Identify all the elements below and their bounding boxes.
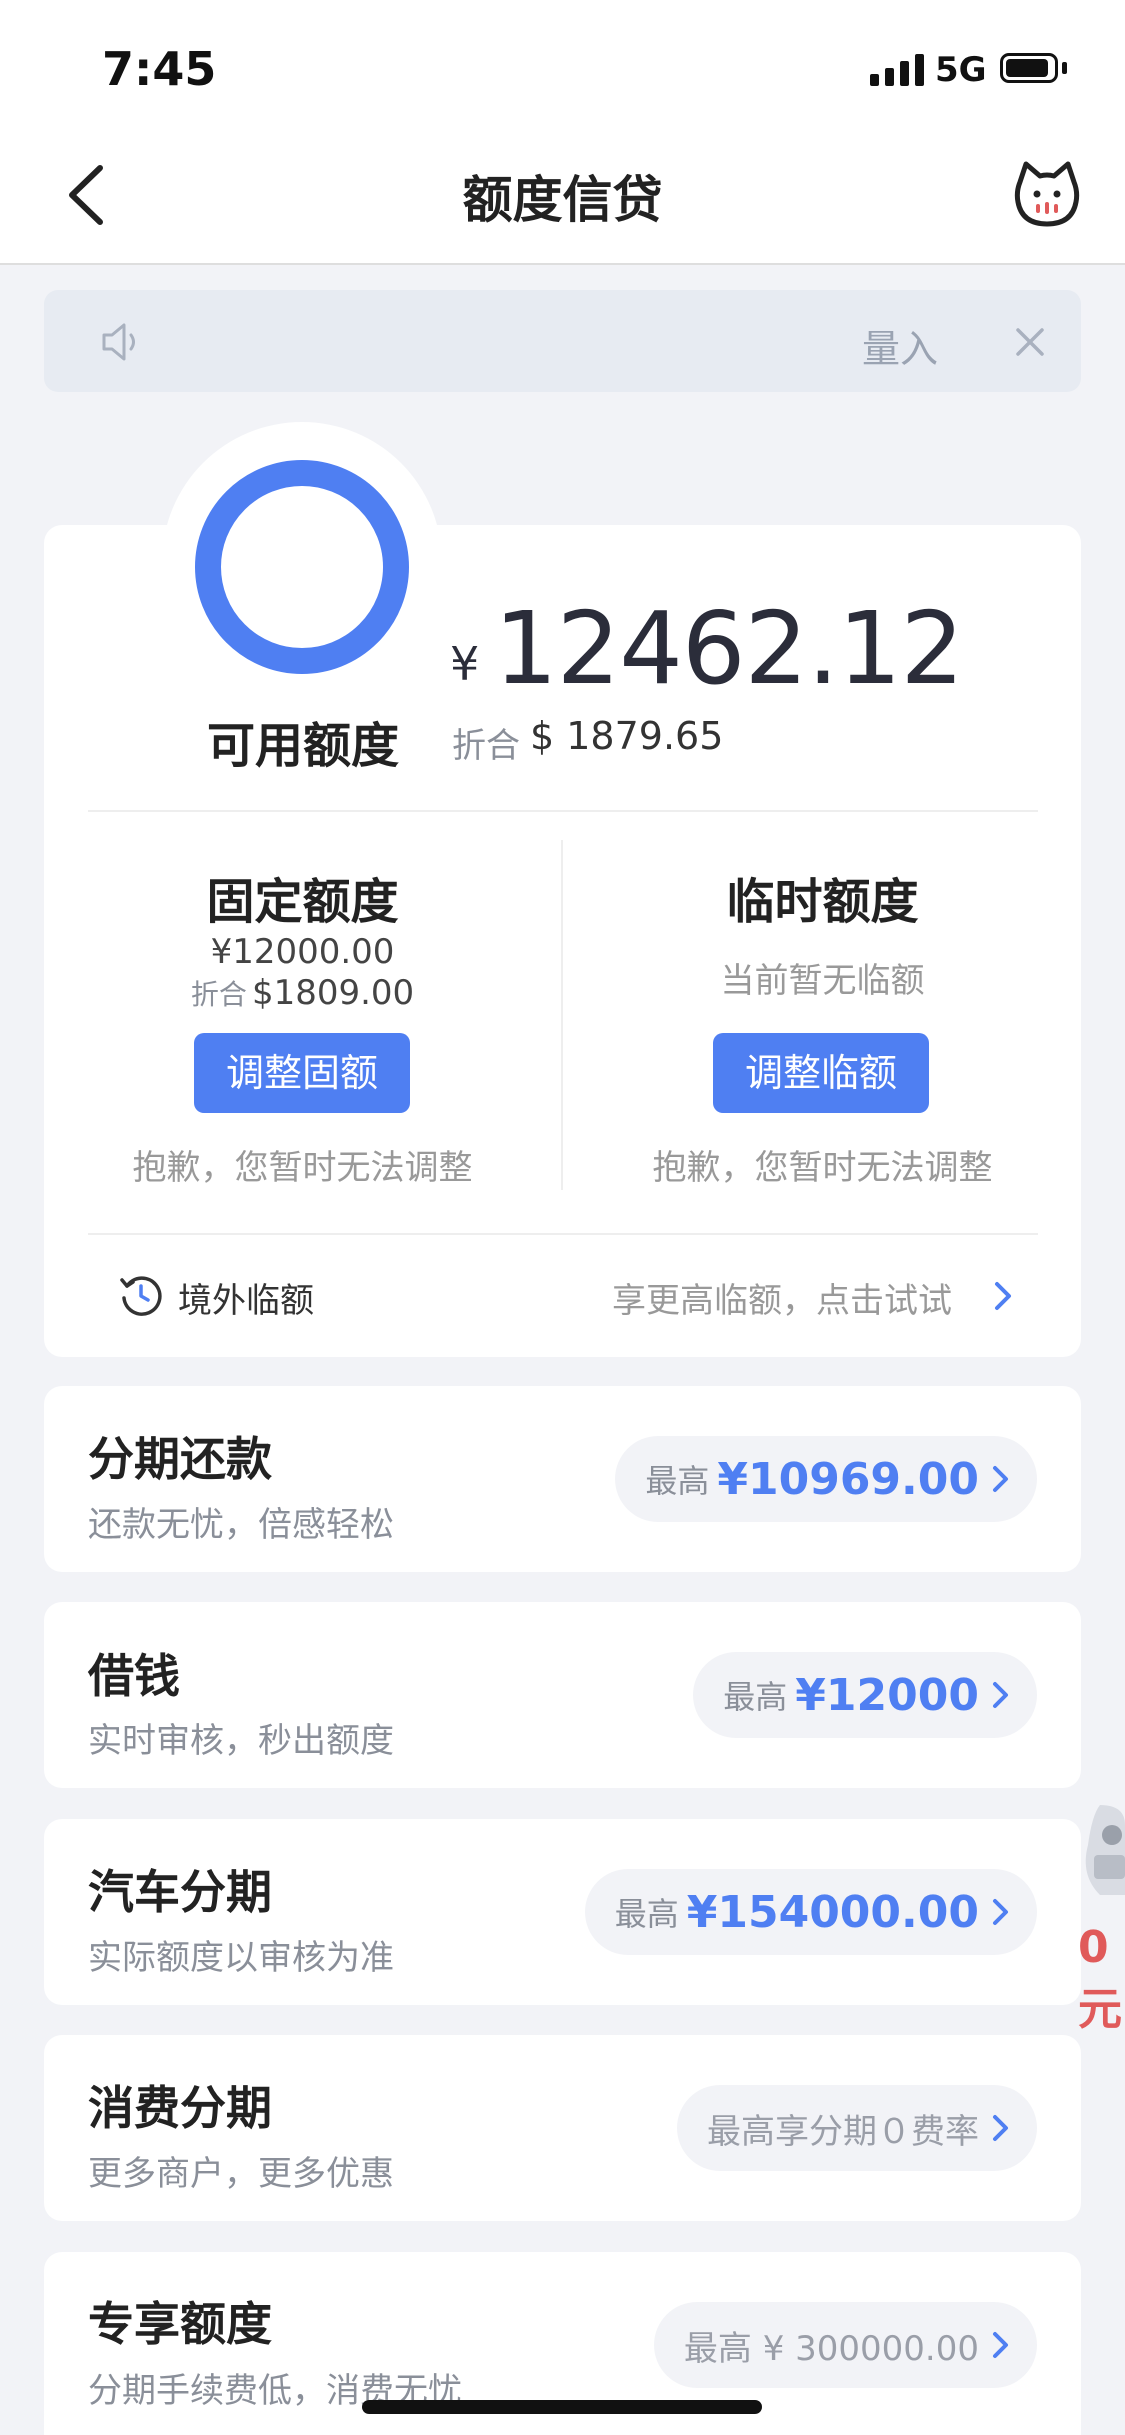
pill-value: ¥154000.00	[686, 1886, 979, 1938]
product-limit-pill[interactable]: 最高 ¥10969.00	[615, 1436, 1037, 1522]
product-title: 专享额度	[88, 2297, 272, 2351]
product-limit-pill[interactable]: 最高 ¥12000	[693, 1652, 1037, 1738]
chevron-right-icon	[993, 1682, 1008, 1708]
product-subtitle: 更多商户，更多优惠	[88, 2154, 394, 2194]
product-limit-pill[interactable]: 最高 ¥ 300000.00	[653, 2302, 1037, 2388]
page-title: 额度信贷	[462, 171, 663, 229]
overseas-limit-label[interactable]: 境外临额	[178, 1273, 314, 1322]
available-ring-chart	[195, 460, 409, 674]
notice-text: 量入	[862, 327, 939, 371]
product-limit-pill[interactable]: 最高享分期０费率	[677, 2085, 1037, 2171]
status-time: 7:45	[102, 42, 217, 96]
history-icon	[118, 1272, 164, 1318]
divider	[88, 1233, 1038, 1235]
available-label: 可用额度	[206, 718, 399, 774]
cat-mascot-icon[interactable]	[1012, 160, 1082, 230]
pill-text: 最高享分期０费率	[707, 2111, 979, 2152]
home-indicator	[362, 2400, 762, 2414]
chevron-right-icon	[993, 2115, 1008, 2141]
product-subtitle: 还款无忧，倍感轻松	[88, 1505, 394, 1545]
battery-tip	[1062, 62, 1067, 74]
chevron-right-icon	[993, 2332, 1008, 2358]
available-amount: 12462.12	[494, 590, 964, 707]
speaker-icon	[100, 321, 146, 363]
signal-icon	[870, 52, 924, 86]
floating-banner-text[interactable]: 0元	[1078, 1922, 1125, 2037]
pill-label: 最高	[645, 1462, 710, 1500]
adjust-fixed-button[interactable]: 调整固额	[194, 1033, 410, 1113]
floating-banner-thumbnail[interactable]	[1080, 1805, 1125, 1895]
pill-label: 最高	[614, 1895, 679, 1933]
fixed-limit-amount: ¥12000.00	[210, 932, 395, 972]
fixed-limit-converted: 折合 $1809.00	[140, 973, 465, 1013]
fixed-converted-label: 折合	[190, 978, 247, 1011]
pill-text: 最高 ¥ 300000.00	[683, 2328, 979, 2369]
battery-icon	[1000, 53, 1058, 83]
product-subtitle: 实时审核，秒出额度	[88, 1721, 394, 1761]
divider	[88, 810, 1038, 812]
chevron-right-icon	[993, 1466, 1008, 1492]
converted-value: $ 1879.65	[530, 714, 724, 758]
product-title: 消费分期	[88, 2081, 272, 2135]
converted-label: 折合	[452, 726, 520, 766]
chevron-right-icon	[993, 1899, 1008, 1925]
network-type: 5G	[935, 50, 987, 90]
pill-value: ¥12000	[795, 1669, 979, 1721]
close-icon[interactable]	[1010, 322, 1050, 362]
temp-adjust-note: 抱歉，您暂时无法调整	[652, 1148, 993, 1188]
temp-limit-title: 临时额度	[726, 874, 919, 930]
overseas-limit-promo[interactable]: 享更高临额，点击试试	[612, 1273, 952, 1322]
fixed-adjust-note: 抱歉，您暂时无法调整	[132, 1148, 473, 1188]
column-divider	[561, 840, 563, 1190]
product-title: 汽车分期	[88, 1865, 272, 1919]
product-limit-pill[interactable]: 最高 ¥154000.00	[584, 1869, 1037, 1955]
product-subtitle: 实际额度以审核为准	[88, 1938, 394, 1978]
pill-label: 最高	[723, 1678, 788, 1716]
chevron-right-icon[interactable]	[992, 1280, 1014, 1312]
product-title: 分期还款	[88, 1432, 272, 1486]
product-title: 借钱	[88, 1649, 180, 1703]
pill-value: ¥10969.00	[717, 1453, 979, 1505]
currency-symbol: ¥	[450, 637, 480, 691]
temp-limit-status: 当前暂无临额	[720, 961, 925, 1001]
fixed-converted-value: $1809.00	[251, 973, 415, 1013]
adjust-temp-button[interactable]: 调整临额	[713, 1033, 929, 1113]
fixed-limit-title: 固定额度	[206, 874, 399, 930]
